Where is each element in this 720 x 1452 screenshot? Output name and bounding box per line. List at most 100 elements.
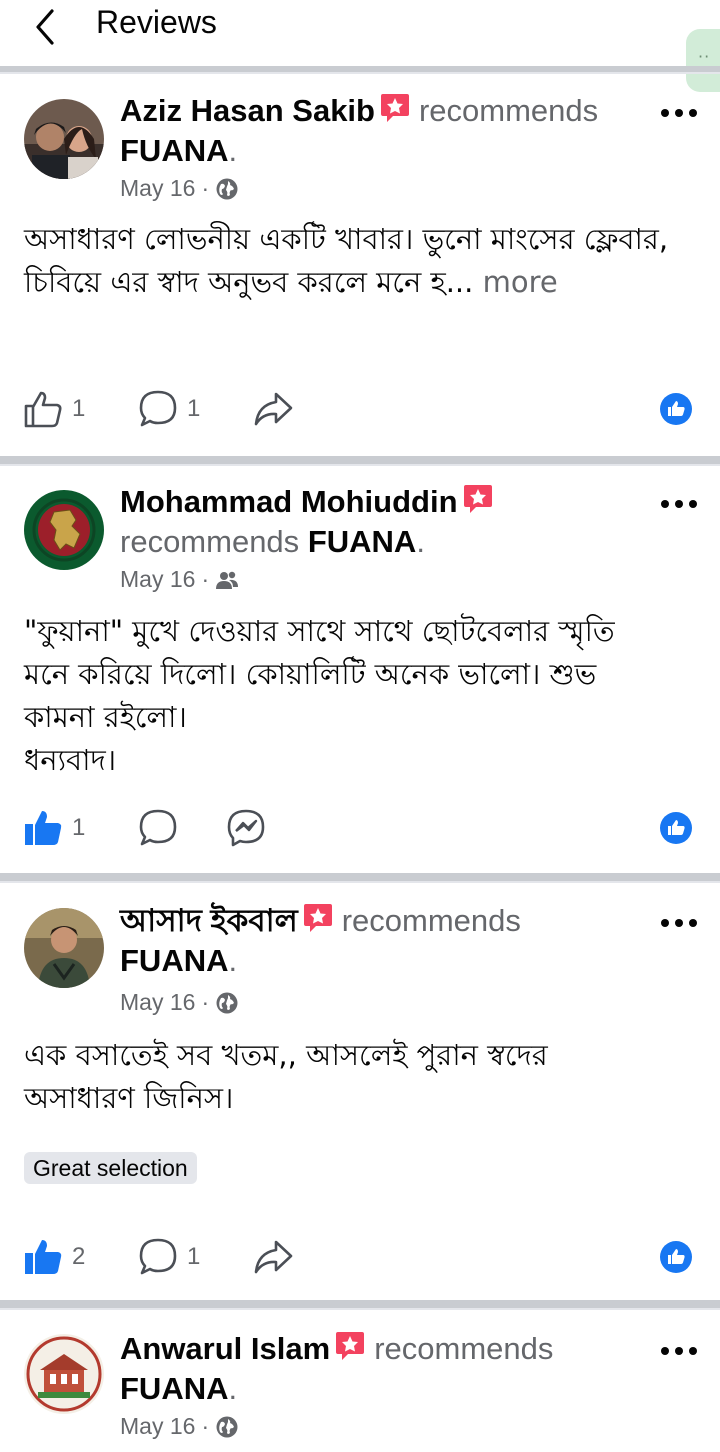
separator: · (201, 175, 210, 201)
review-meta: May 16 · (120, 566, 239, 593)
page-name[interactable]: FUANA (308, 524, 417, 559)
review-date[interactable]: May 16 (120, 989, 195, 1016)
review-tag: Great selection (24, 1152, 197, 1184)
avatar[interactable] (24, 490, 104, 570)
review-date[interactable]: May 16 (120, 566, 195, 593)
review-line: অসাধারণ জিনিস। (24, 1081, 234, 1115)
like-count: 2 (72, 1243, 86, 1270)
comment-icon (139, 1238, 177, 1275)
divider (0, 456, 720, 466)
recommend-icon (463, 485, 492, 513)
action-bar: 1 1 (0, 384, 720, 434)
comment-count: 1 (187, 1243, 201, 1270)
review-card: Anwarul Islam recommends FUANA. May 16 · (0, 1310, 720, 1452)
action-bar: 1 (0, 803, 720, 853)
period: . (228, 1371, 238, 1406)
divider (0, 1300, 720, 1310)
review-meta: May 16 · (120, 989, 239, 1016)
divider (0, 873, 720, 883)
like-count: 1 (72, 395, 86, 422)
review-body: অসাধারণ লোভনীয় একটি খাবার। ভুনো মাংসের … (24, 222, 669, 299)
page-name[interactable]: FUANA (120, 1371, 229, 1406)
like-reaction-icon[interactable] (660, 812, 692, 844)
review-card: আসাদ ইকবাল recommends FUANA. May 16 · এক বস… (0, 883, 720, 1300)
review-line: ধন্যবাদ। (24, 743, 117, 777)
page-name[interactable]: FUANA (120, 133, 229, 168)
review-header: আসাদ ইকবাল recommends FUANA. (120, 901, 660, 981)
recommend-verb: recommends (418, 93, 599, 128)
share-button[interactable] (252, 1232, 294, 1282)
dots-icon: ·· (698, 47, 711, 66)
comment-button[interactable] (137, 803, 179, 853)
like-count: 1 (72, 814, 86, 841)
page-title: Reviews (96, 4, 217, 40)
see-more-link[interactable]: more (483, 265, 558, 299)
review-date[interactable]: May 16 (120, 175, 195, 202)
review-header: Aziz Hasan Sakib recommends FUANA. (120, 91, 660, 171)
reviews-screen: Reviews ·· Aziz Hasan Sakib recommends FUA… (0, 0, 720, 1452)
thumbs-up-filled-icon (25, 811, 62, 845)
author-name[interactable]: আসাদ ইকবাল (120, 903, 298, 938)
separator: · (201, 989, 210, 1015)
globe-icon (216, 178, 238, 199)
review-header: Mohammad Mohiuddin recommends FUANA. (120, 482, 660, 562)
more-options-icon[interactable] (660, 496, 698, 512)
author-name[interactable]: Aziz Hasan Sakib (120, 93, 375, 128)
friends-icon (216, 571, 239, 589)
messenger-button[interactable] (225, 803, 267, 853)
share-icon (254, 1240, 293, 1274)
review-line: এক বসাতেই সব খতম,, আসলেই পুরান স্বদের (24, 1038, 548, 1072)
like-button[interactable]: 1 (22, 803, 85, 853)
recommend-verb: recommends (120, 524, 300, 559)
like-button[interactable]: 2 (22, 1232, 85, 1282)
like-button[interactable]: 1 (22, 384, 85, 434)
author-name[interactable]: Anwarul Islam (120, 1331, 330, 1366)
period: . (228, 133, 238, 168)
back-arrow-icon[interactable] (26, 5, 66, 45)
author-name[interactable]: Mohammad Mohiuddin (120, 484, 458, 519)
review-meta: May 16 · (120, 1413, 239, 1440)
avatar[interactable] (24, 1334, 104, 1414)
like-reaction-icon[interactable] (660, 1241, 692, 1273)
more-options-icon[interactable] (660, 105, 698, 121)
period: . (228, 943, 238, 978)
comment-button[interactable]: 1 (137, 1232, 200, 1282)
comment-count: 1 (187, 395, 201, 422)
recommend-icon (303, 904, 332, 932)
avatar[interactable] (24, 99, 104, 179)
recommend-icon (380, 94, 409, 122)
divider (0, 66, 720, 74)
more-options-icon[interactable] (660, 1343, 698, 1359)
comment-button[interactable]: 1 (137, 384, 200, 434)
period: . (416, 524, 425, 559)
review-text: এক বসাতেই সব খতম,, আসলেই পুরান স্বদের অস… (24, 1034, 704, 1120)
separator: · (201, 1413, 210, 1439)
thumbs-up-outline-icon (24, 391, 62, 428)
review-card: Aziz Hasan Sakib recommends FUANA. May 16 ·… (0, 74, 720, 456)
review-line: কামনা রইলো। (24, 700, 187, 734)
review-meta: May 16 · (120, 175, 239, 202)
action-bar: 2 1 (0, 1232, 720, 1282)
review-text: অসাধারণ লোভনীয় একটি খাবার। ভুনো মাংসের … (24, 218, 704, 304)
review-card: Mohammad Mohiuddin recommends FUANA. May … (0, 466, 720, 873)
review-line: মনে করিয়ে দিলো। কোয়ালিটি অনেক ভালো। শু… (24, 657, 597, 691)
like-reaction-icon[interactable] (660, 393, 692, 425)
comment-icon (139, 390, 177, 427)
page-name[interactable]: FUANA (120, 943, 229, 978)
review-line: "ফুয়ানা" মুখে দেওয়ার সাথে সাথে ছোটবেলা… (24, 614, 615, 648)
separator: · (201, 566, 210, 592)
share-icon (254, 392, 293, 426)
comment-icon (139, 809, 177, 846)
review-date[interactable]: May 16 (120, 1413, 195, 1440)
top-bar: Reviews (0, 0, 720, 66)
review-header: Anwarul Islam recommends FUANA. (120, 1329, 660, 1409)
recommend-verb: recommends (374, 1331, 554, 1366)
globe-icon (216, 1416, 238, 1437)
thumbs-up-filled-icon (25, 1240, 62, 1274)
avatar[interactable] (24, 908, 104, 988)
more-options-icon[interactable] (660, 915, 698, 931)
recommend-icon (336, 1332, 365, 1360)
review-text: "ফুয়ানা" মুখে দেওয়ার সাথে সাথে ছোটবেলা… (24, 610, 704, 782)
recommend-verb: recommends (341, 903, 521, 938)
share-button[interactable] (252, 384, 294, 434)
